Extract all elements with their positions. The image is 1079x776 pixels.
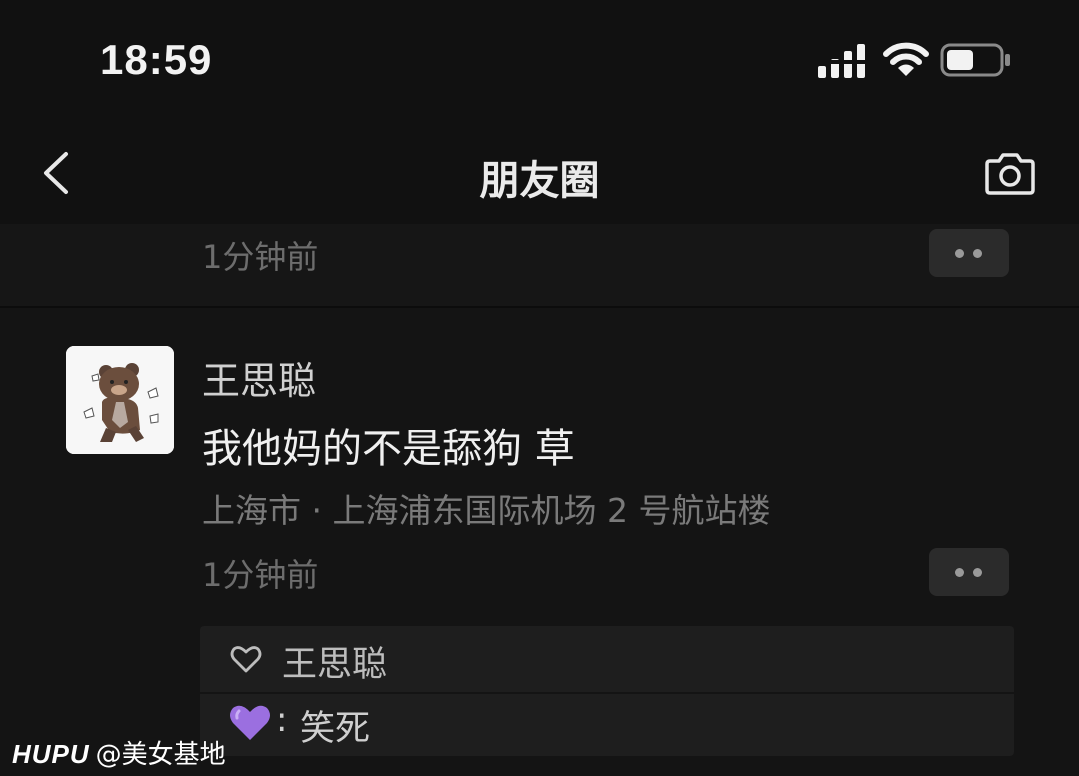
bear-avatar-icon [66, 346, 174, 454]
battery-icon [940, 43, 1010, 77]
comment-separator: : [276, 700, 288, 740]
heart-outline-icon [230, 646, 262, 673]
post-timestamp: 1分钟前 [202, 238, 319, 276]
dot-icon [973, 249, 982, 258]
cellular-signal-icon [816, 44, 868, 78]
comment-item[interactable]: : 笑死 [200, 694, 1014, 756]
dot-icon [973, 568, 982, 577]
post-timestamp: 1分钟前 [202, 556, 319, 594]
purple-heart-icon[interactable] [228, 702, 272, 742]
post-author-name[interactable]: 王思聪 [202, 350, 316, 405]
wifi-icon [883, 42, 929, 76]
page-title: 朋友圈 [479, 158, 600, 204]
nav-bar: 朋友圈 [0, 120, 1079, 224]
post-text: 我他妈的不是舔狗 草 [202, 426, 575, 472]
previous-post: 1分钟前 [0, 224, 1079, 306]
more-actions-button[interactable] [929, 548, 1009, 596]
like-user-name[interactable]: 王思聪 [282, 636, 387, 687]
moments-screen: 18:59 朋友圈 1分钟前 王思聪 我他妈的不是舔狗 草 上海市 · 上海浦东… [0, 0, 1079, 776]
more-actions-button[interactable] [929, 229, 1009, 277]
watermark-brand: HUPU [12, 739, 90, 769]
camera-icon[interactable] [982, 150, 1038, 198]
watermark-handle: @美女基地 [95, 740, 226, 770]
moment-post: 王思聪 我他妈的不是舔狗 草 上海市 · 上海浦东国际机场 2 号航站楼 1分钟… [0, 306, 1079, 776]
status-bar: 18:59 [0, 0, 1079, 120]
likes-row: 王思聪 [200, 626, 1014, 694]
watermark: HUPU @美女基地 [12, 734, 226, 770]
avatar[interactable] [66, 346, 174, 454]
dot-icon [955, 249, 964, 258]
post-location[interactable]: 上海市 · 上海浦东国际机场 2 号航站楼 [202, 484, 770, 532]
likes-comments-panel: 王思聪 : 笑死 [200, 626, 1014, 756]
comment-text: 笑死 [300, 709, 371, 749]
dot-icon [955, 568, 964, 577]
status-time: 18:59 [100, 36, 213, 83]
